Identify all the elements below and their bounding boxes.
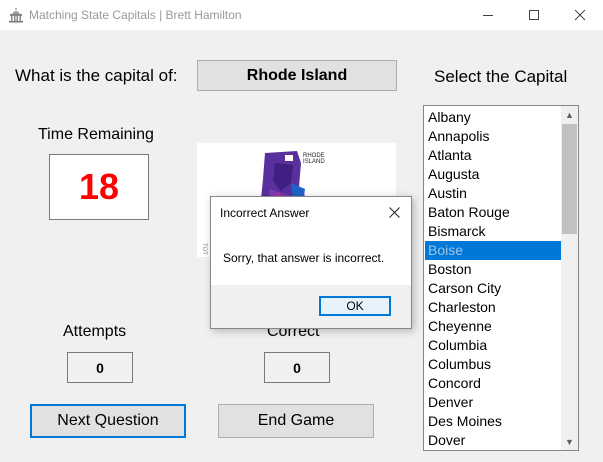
- list-item[interactable]: Atlanta: [425, 146, 561, 165]
- list-item[interactable]: Augusta: [425, 165, 561, 184]
- list-item[interactable]: Columbus: [425, 355, 561, 374]
- list-item[interactable]: Annapolis: [425, 127, 561, 146]
- capitol-building-icon: [9, 8, 23, 23]
- vertical-scrollbar[interactable]: ▲ ▼: [561, 106, 578, 450]
- capitals-listbox[interactable]: Albany Annapolis Atlanta Augusta Austin Baton…: [423, 105, 579, 451]
- dialog-message: Sorry, that answer is incorrect.: [223, 251, 385, 265]
- list-item[interactable]: Albany: [425, 108, 561, 127]
- list-item[interactable]: Boise: [425, 241, 561, 260]
- map-side-text: TOT: [201, 243, 207, 255]
- maximize-icon: [529, 10, 539, 20]
- scroll-down-arrow-icon[interactable]: ▼: [561, 433, 578, 450]
- next-question-button[interactable]: Next Question: [30, 404, 186, 438]
- list-item[interactable]: Dover: [425, 431, 561, 450]
- list-item[interactable]: Austin: [425, 184, 561, 203]
- close-button[interactable]: [557, 0, 603, 30]
- attempts-label: Attempts: [63, 323, 127, 340]
- list-item[interactable]: Des Moines: [425, 412, 561, 431]
- question-prompt: What is the capital of:: [15, 66, 178, 85]
- list-item[interactable]: Boston: [425, 260, 561, 279]
- incorrect-answer-dialog: Incorrect Answer Sorry, that answer is i…: [210, 196, 412, 329]
- correct-count: 0: [264, 352, 330, 383]
- capitals-list-items[interactable]: Albany Annapolis Atlanta Augusta Austin Baton…: [425, 108, 561, 450]
- close-icon: [574, 9, 586, 21]
- state-name-display: Rhode Island: [197, 60, 397, 91]
- minimize-button[interactable]: [465, 0, 511, 30]
- list-item[interactable]: Charleston: [425, 298, 561, 317]
- dialog-title: Incorrect Answer: [220, 206, 310, 220]
- dialog-body: Sorry, that answer is incorrect.: [211, 227, 411, 285]
- list-item[interactable]: Baton Rouge: [425, 203, 561, 222]
- list-item[interactable]: Bismarck: [425, 222, 561, 241]
- dialog-close-button[interactable]: [377, 197, 411, 227]
- dialog-ok-button[interactable]: OK: [319, 296, 391, 316]
- list-item[interactable]: Concord: [425, 374, 561, 393]
- end-game-button[interactable]: End Game: [218, 404, 374, 438]
- list-item[interactable]: Carson City: [425, 279, 561, 298]
- select-capital-label: Select the Capital: [434, 67, 568, 86]
- close-icon: [388, 206, 400, 218]
- title-bar: Matching State Capitals | Brett Hamilton: [0, 0, 603, 30]
- scrollbar-thumb[interactable]: [562, 124, 577, 234]
- attempts-count: 0: [67, 352, 133, 383]
- timer-display: 18: [49, 154, 149, 220]
- map-label-line2: ISLAND: [303, 159, 325, 165]
- maximize-button[interactable]: [511, 0, 557, 30]
- dialog-title-bar: Incorrect Answer: [211, 197, 411, 227]
- scroll-up-arrow-icon[interactable]: ▲: [561, 106, 578, 123]
- minimize-icon: [483, 15, 493, 16]
- window-title: Matching State Capitals | Brett Hamilton: [29, 8, 242, 22]
- time-remaining-label: Time Remaining: [38, 126, 154, 143]
- list-item[interactable]: Columbia: [425, 336, 561, 355]
- list-item[interactable]: Denver: [425, 393, 561, 412]
- list-item[interactable]: Cheyenne: [425, 317, 561, 336]
